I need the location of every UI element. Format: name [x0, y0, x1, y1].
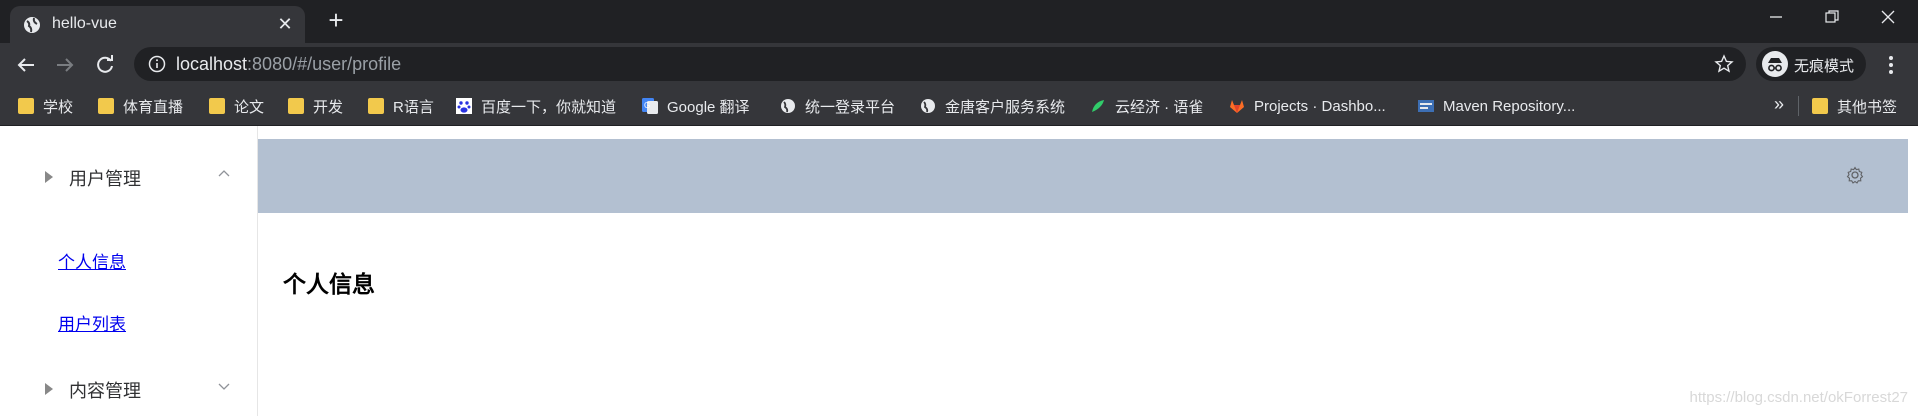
- folder-icon: [368, 98, 384, 114]
- tab-title: hello-vue: [52, 15, 117, 32]
- bookmark-item[interactable]: 统一登录平台: [780, 95, 895, 117]
- more-bookmarks-icon[interactable]: »: [1774, 94, 1784, 115]
- maven-icon: [1418, 100, 1434, 112]
- bookmark-item[interactable]: 开发: [288, 95, 343, 117]
- bookmark-item[interactable]: 云经济 · 语雀: [1090, 95, 1203, 117]
- incognito-label: 无痕模式: [1794, 58, 1855, 75]
- globe-icon: [781, 99, 795, 113]
- close-window-button[interactable]: [1868, 4, 1908, 32]
- bookmark-item[interactable]: G Google 翻译: [642, 95, 750, 117]
- sidebar-menu-user-management[interactable]: 用户管理: [0, 148, 257, 204]
- close-icon: [1881, 10, 1895, 24]
- forward-arrow-icon[interactable]: [51, 51, 79, 79]
- sidebar: 用户管理 个人信息 用户列表 内容管理: [0, 126, 258, 416]
- globe-icon: [921, 99, 935, 113]
- page-content: 用户管理 个人信息 用户列表 内容管理 个人信息 https://blog.cs…: [0, 126, 1918, 416]
- chevron-up-icon: [218, 170, 230, 177]
- sidebar-link-profile[interactable]: 个人信息: [58, 248, 126, 273]
- restore-icon: [1825, 10, 1839, 23]
- google-translate-icon: G: [642, 98, 658, 114]
- browser-toolbar: localhost:8080/#/user/profile 无痕模式: [0, 43, 1918, 86]
- baidu-icon: [456, 98, 472, 114]
- new-tab-button[interactable]: +: [324, 7, 348, 33]
- folder-icon: [209, 98, 225, 114]
- sidebar-link-user-list[interactable]: 用户列表: [58, 310, 126, 335]
- watermark: https://blog.csdn.net/okForrest27: [1689, 389, 1908, 406]
- folder-icon: [18, 98, 34, 114]
- menu-title-label: 用户管理: [69, 169, 141, 189]
- gitlab-icon: [1230, 100, 1244, 113]
- bookmark-star-icon[interactable]: [1714, 54, 1734, 74]
- folder-icon: [98, 98, 114, 114]
- caret-right-icon: [45, 383, 53, 395]
- address-bar[interactable]: localhost:8080/#/user/profile: [134, 47, 1746, 81]
- more-menu-icon[interactable]: [1880, 51, 1902, 79]
- sidebar-menu-content-management[interactable]: 内容管理: [0, 360, 257, 416]
- globe-icon: [24, 17, 40, 33]
- bookmark-item[interactable]: 学校: [18, 95, 73, 117]
- bookmark-item[interactable]: Projects · Dashbo...: [1229, 95, 1386, 117]
- other-bookmarks[interactable]: 其他书签: [1812, 95, 1897, 117]
- minimize-icon: [1770, 16, 1782, 18]
- yuque-icon: [1092, 100, 1104, 112]
- bookmarks-divider: [1798, 96, 1799, 116]
- browser-tab[interactable]: hello-vue ✕: [10, 6, 305, 43]
- folder-icon: [1812, 98, 1828, 114]
- bookmark-item[interactable]: Maven Repository...: [1418, 95, 1575, 117]
- close-tab-icon[interactable]: ✕: [276, 15, 294, 33]
- info-icon[interactable]: [148, 55, 166, 73]
- bookmark-item[interactable]: 金唐客户服务系统: [920, 95, 1065, 117]
- gear-icon[interactable]: [1846, 166, 1864, 184]
- browser-titlebar: hello-vue ✕ +: [0, 0, 1918, 43]
- restore-button[interactable]: [1812, 4, 1852, 32]
- bookmarks-bar: 学校 体育直播 论文 开发 R语言 百度一下，你就知道 G Google 翻译: [0, 86, 1918, 126]
- minimize-button[interactable]: [1756, 4, 1796, 32]
- bookmark-item[interactable]: 百度一下，你就知道: [456, 95, 616, 117]
- incognito-badge[interactable]: 无痕模式: [1756, 47, 1866, 81]
- bookmark-item[interactable]: R语言: [368, 95, 434, 117]
- reload-icon[interactable]: [91, 51, 119, 79]
- chevron-down-icon: [218, 383, 230, 390]
- page-title: 个人信息: [283, 271, 375, 297]
- bookmark-item[interactable]: 体育直播: [98, 95, 183, 117]
- caret-right-icon: [45, 171, 53, 183]
- svg-text:G: G: [644, 101, 650, 110]
- url-text[interactable]: localhost:8080/#/user/profile: [176, 54, 401, 75]
- back-arrow-icon[interactable]: [12, 51, 40, 79]
- incognito-icon: [1762, 51, 1788, 77]
- folder-icon: [288, 98, 304, 114]
- page-header: [258, 139, 1908, 213]
- bookmark-item[interactable]: 论文: [209, 95, 264, 117]
- menu-title-label: 内容管理: [69, 381, 141, 401]
